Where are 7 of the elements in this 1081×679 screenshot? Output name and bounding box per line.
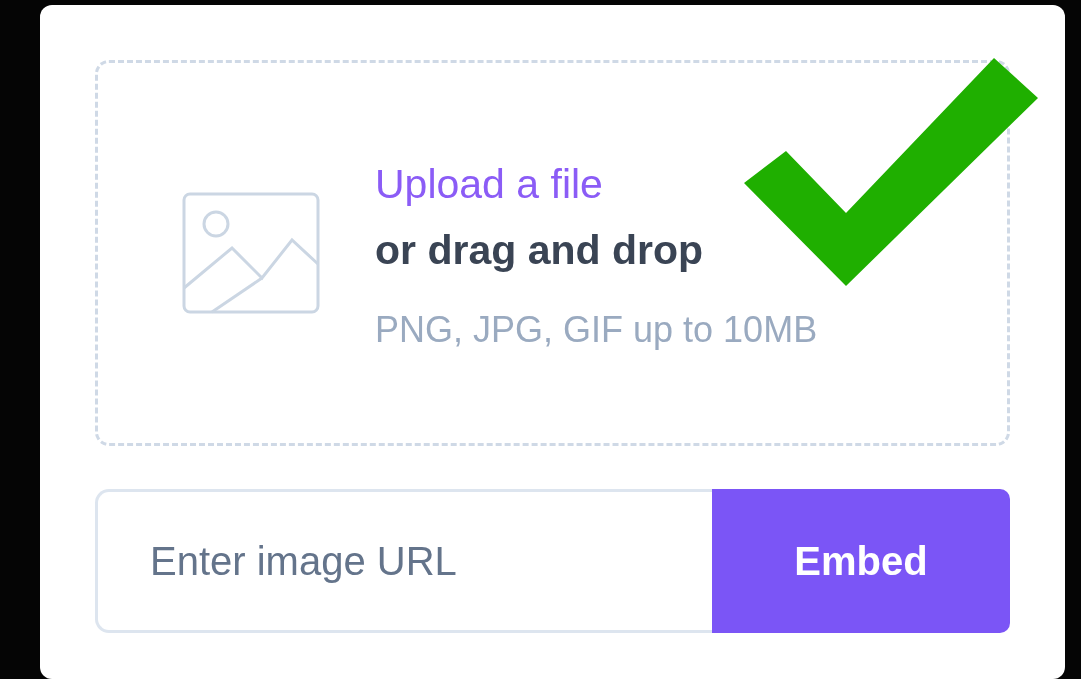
file-hint: PNG, JPG, GIF up to 10MB bbox=[375, 308, 818, 352]
url-input-field[interactable]: Enter image URL bbox=[95, 489, 712, 633]
upload-link[interactable]: Upload a file bbox=[375, 151, 603, 217]
drag-drop-text: or drag and drop bbox=[375, 226, 703, 275]
image-icon bbox=[182, 192, 320, 314]
checkmark-icon bbox=[744, 58, 1038, 288]
embed-button[interactable]: Embed bbox=[712, 489, 1010, 633]
